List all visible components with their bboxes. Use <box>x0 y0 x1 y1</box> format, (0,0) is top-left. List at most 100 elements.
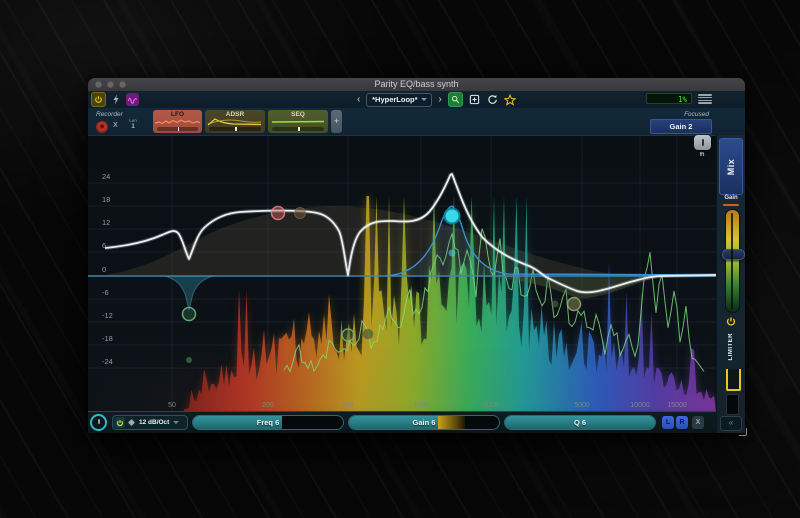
bolt-icon[interactable] <box>109 93 122 106</box>
band-select-knob[interactable] <box>90 414 107 431</box>
filter-slope-group: 12 dB/Oct <box>112 415 188 430</box>
band-subnode-olive[interactable] <box>552 301 559 308</box>
band-node-green[interactable] <box>183 308 196 321</box>
gain-slider-label: Gain 6 <box>349 416 499 429</box>
eq-graph[interactable]: 24 18 12 6 0 -6 -12 -18 -24 50 200 500 1000 2000 5000 1… <box>88 136 716 412</box>
sine-wave-icon <box>127 95 138 104</box>
chevron-down-icon[interactable] <box>173 421 179 424</box>
reload-preset-button[interactable] <box>486 93 499 106</box>
seq-amount-slider[interactable] <box>272 127 324 131</box>
fft-toggle-button[interactable] <box>694 135 711 150</box>
svg-text:1000: 1000 <box>413 402 429 409</box>
cpu-meter: 1% <box>646 93 692 104</box>
window-title: Parity EQ/bass synth <box>88 78 745 91</box>
star-icon <box>504 94 516 106</box>
band-node-selected[interactable] <box>445 209 460 224</box>
output-gain-label: Gain <box>717 195 745 201</box>
limiter-meter <box>726 394 739 415</box>
svg-text:200: 200 <box>262 402 274 409</box>
window-resize-handle[interactable] <box>739 428 747 436</box>
chevron-down-icon <box>421 98 427 101</box>
svg-text:24: 24 <box>102 172 110 181</box>
focused-parameter-button[interactable]: Gain 2 <box>650 119 712 134</box>
main-toolbar: ‹ *HyperLoop* › 1% <box>88 91 745 108</box>
slope-value: 12 dB/Oct <box>139 419 169 426</box>
svg-text:50: 50 <box>168 402 176 409</box>
modulator-card-lfo[interactable]: LFO <box>153 110 202 133</box>
fft-label: fft <box>695 152 709 158</box>
preset-selector[interactable]: *HyperLoop* <box>366 93 432 107</box>
band-node-pink[interactable] <box>272 207 285 220</box>
add-modulator-button[interactable]: + <box>331 110 342 133</box>
svg-text:-24: -24 <box>102 357 113 366</box>
waveform-mode-button[interactable] <box>126 93 139 106</box>
gain-fader-handle[interactable] <box>722 249 745 260</box>
lfo-amount-slider[interactable] <box>157 127 198 131</box>
eq-display[interactable]: 24 18 12 6 0 -6 -12 -18 -24 50 200 500 1000 2000 5000 1… <box>88 135 716 411</box>
favorite-button[interactable] <box>504 93 517 106</box>
svg-text:10000: 10000 <box>630 402 650 409</box>
recorder-record-knob[interactable] <box>95 120 109 134</box>
svg-text:-12: -12 <box>102 311 113 320</box>
band-node-brown[interactable] <box>295 208 306 219</box>
limiter-section: LIMITER <box>728 331 734 363</box>
q-slider[interactable]: Q 6 <box>504 415 656 430</box>
lfo-waveform-icon <box>155 118 200 125</box>
preset-browser-button[interactable] <box>448 92 463 107</box>
svg-text:15000: 15000 <box>667 402 687 409</box>
adsr-label: ADSR <box>205 111 265 118</box>
svg-text:6: 6 <box>102 241 106 250</box>
left-channel-button[interactable]: L <box>662 416 674 429</box>
preset-name: *HyperLoop* <box>372 95 417 104</box>
gain-peak-tick <box>723 204 739 206</box>
preset-next-button[interactable]: › <box>437 93 442 106</box>
save-preset-button[interactable] <box>468 93 481 106</box>
adsr-amount-slider[interactable] <box>209 127 261 131</box>
recorder-label: Recorder <box>96 111 123 118</box>
preset-prev-button[interactable]: ‹ <box>356 93 361 106</box>
filter-shape-icon[interactable] <box>128 419 135 426</box>
band-power-button[interactable] <box>114 417 125 428</box>
band-subnode-dark[interactable] <box>363 329 373 339</box>
refresh-icon <box>487 94 498 105</box>
output-gain-fader[interactable] <box>725 209 740 313</box>
modulator-card-adsr[interactable]: ADSR <box>205 110 265 133</box>
band-control-bar: 12 dB/Oct Freq 6 Gain 6 Q 6 L R X <box>88 411 716 433</box>
title-bar[interactable]: Parity EQ/bass synth <box>88 78 745 91</box>
limiter-power-button[interactable] <box>726 316 737 327</box>
power-icon <box>116 419 124 427</box>
recorder-clear-button[interactable]: X <box>113 122 118 129</box>
plugin-window: Parity EQ/bass synth ‹ *HyperLoop* › <box>88 78 745 433</box>
power-icon <box>94 95 103 104</box>
desktop-background: Parity EQ/bass synth ‹ *HyperLoop* › <box>0 0 800 518</box>
svg-text:12: 12 <box>102 218 110 227</box>
svg-text:5000: 5000 <box>574 402 590 409</box>
band-node-olive[interactable] <box>568 298 581 311</box>
svg-text:-18: -18 <box>102 334 113 343</box>
right-channel-button[interactable]: R <box>676 416 688 429</box>
freq-slider[interactable]: Freq 6 <box>192 415 344 430</box>
focused-label: Focused <box>684 111 709 118</box>
remove-band-button[interactable]: X <box>692 416 704 429</box>
svg-text:500: 500 <box>342 402 354 409</box>
menu-icon[interactable] <box>698 94 712 104</box>
adsr-envelope-icon <box>207 118 263 126</box>
svg-text:-6: -6 <box>102 288 109 297</box>
power-icon <box>726 316 737 327</box>
band-subnode-green[interactable] <box>186 357 192 363</box>
seq-label: SEQ <box>268 111 328 118</box>
gain-slider[interactable]: Gain 6 <box>348 415 500 430</box>
svg-text:0: 0 <box>102 265 106 274</box>
limiter-threshold-control[interactable] <box>726 369 741 391</box>
band-node-green-2[interactable] <box>342 329 354 341</box>
add-box-icon <box>469 94 480 105</box>
recorder-length-control[interactable]: Len 1 <box>126 118 140 130</box>
svg-text:18: 18 <box>102 195 110 204</box>
freq-slider-label: Freq 6 <box>193 416 343 429</box>
preset-navigation: ‹ *HyperLoop* › <box>356 92 517 107</box>
plugin-power-button[interactable] <box>91 92 106 107</box>
band-subnode-cyan[interactable] <box>449 250 456 257</box>
svg-text:2000: 2000 <box>483 402 499 409</box>
modulator-card-seq[interactable]: SEQ <box>268 110 328 133</box>
mix-tab[interactable]: Mix <box>719 138 743 195</box>
